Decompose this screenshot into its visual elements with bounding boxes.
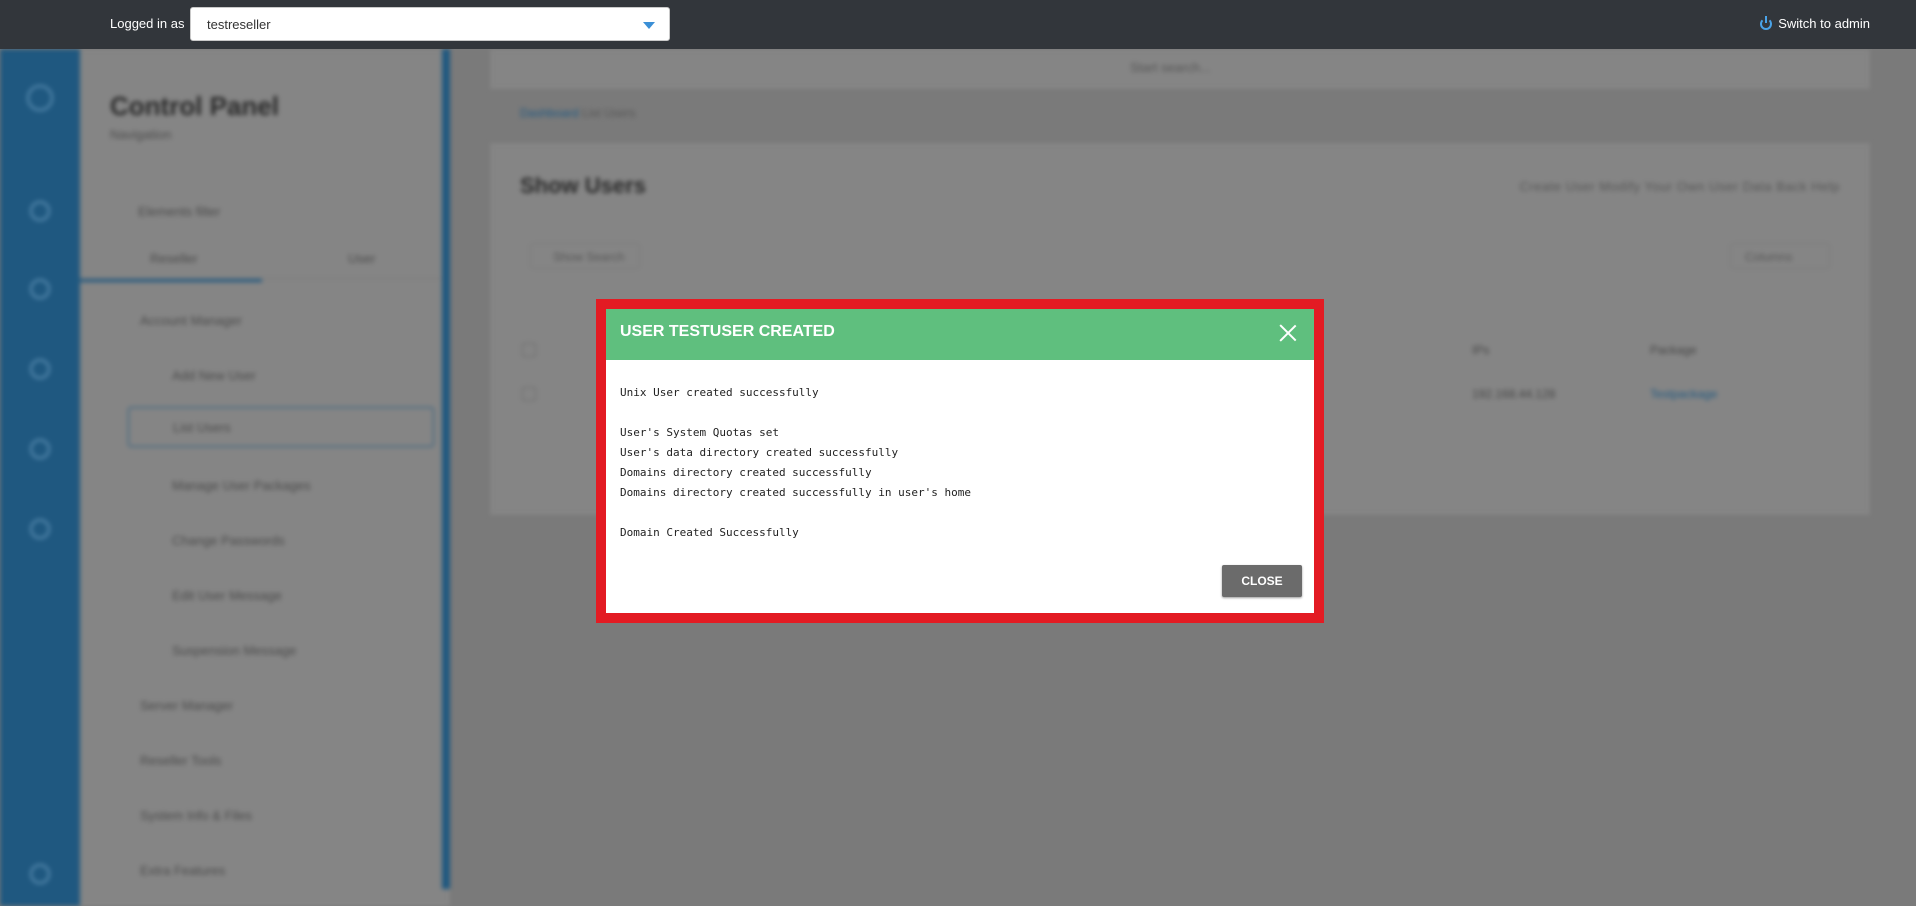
rail-icon[interactable] [30, 439, 50, 459]
close-icon[interactable] [1276, 321, 1300, 345]
page-title: Show Users [520, 173, 646, 198]
row-ip: 192.168.44.128 [1472, 387, 1556, 401]
message-line: User's System Quotas set [620, 426, 779, 439]
dialog-title: USER TESTUSER CREATED [620, 323, 835, 340]
user-select[interactable]: testreseller [190, 7, 670, 41]
message-line: Domains directory created successfully i… [620, 486, 971, 499]
sidebar-item-add-new-user[interactable]: Add New User [140, 368, 256, 383]
tab-reseller[interactable]: Reseller [80, 251, 262, 282]
rail-icon[interactable] [30, 201, 50, 221]
sidebar-scrollbar[interactable] [442, 49, 450, 889]
column-ips[interactable]: IPs [1472, 343, 1489, 357]
power-icon [1760, 15, 1773, 30]
switch-to-admin-label: Switch to admin [1778, 16, 1870, 31]
user-select-value: testreseller [207, 17, 271, 32]
breadcrumb-current: List Users [582, 106, 636, 120]
sidebar-section-server-manager[interactable]: Server Manager [110, 698, 233, 713]
rail-icon[interactable] [30, 519, 50, 539]
sidebar-item-edit-user-message[interactable]: Edit User Message [140, 588, 282, 603]
sidebar-item-list-users[interactable]: List Users [128, 407, 434, 447]
icon-rail [0, 49, 80, 906]
sidebar-tabs: Reseller User [80, 237, 442, 282]
switch-to-admin-link[interactable]: Switch to admin [1760, 15, 1870, 31]
global-search-placeholder: Start search... [1130, 60, 1211, 75]
breadcrumb-root[interactable]: Dashboard [520, 106, 579, 120]
row-checkbox[interactable] [522, 387, 536, 401]
column-package[interactable]: Package [1650, 343, 1697, 357]
tab-user[interactable]: User [348, 251, 375, 266]
sidebar-section-account-manager[interactable]: Account Manager [110, 313, 242, 328]
breadcrumb: Dashboard List Users [520, 106, 635, 120]
dialog-message: Unix User created successfully User's Sy… [620, 383, 1300, 543]
logged-in-label: Logged in as [110, 16, 185, 31]
sidebar-section-system-info[interactable]: System Info & Files [110, 808, 252, 823]
chevron-down-icon [643, 22, 655, 29]
message-line: User's data directory created successful… [620, 446, 899, 459]
sidebar-subtitle[interactable]: Navigation [110, 127, 171, 142]
sidebar-item-change-passwords[interactable]: Change Passwords [140, 533, 285, 548]
rail-icon[interactable] [30, 359, 50, 379]
sidebar-item-manage-user-packages[interactable]: Manage User Packages [140, 478, 311, 493]
select-all-checkbox[interactable] [522, 343, 536, 357]
side-navigation: Control Panel Navigation Elements filter… [80, 49, 450, 906]
panel-actions[interactable]: Create User Modify Your Own User Data Ba… [1520, 179, 1840, 194]
message-line [620, 403, 1300, 423]
rail-icon[interactable] [30, 864, 50, 884]
rail-icon[interactable] [30, 279, 50, 299]
user-created-dialog: USER TESTUSER CREATED Unix User created … [596, 299, 1324, 623]
sidebar-title: Control Panel [110, 91, 280, 121]
global-search[interactable]: Start search... [490, 49, 1870, 89]
logo-icon [27, 85, 53, 111]
row-package-link[interactable]: Testpackage [1650, 387, 1717, 401]
elements-filter-input[interactable]: Elements filter [110, 204, 220, 219]
sidebar-item-suspension-message[interactable]: Suspension Message [140, 643, 296, 658]
sidebar-section-extra-features[interactable]: Extra Features [110, 863, 225, 878]
close-button[interactable]: CLOSE [1222, 565, 1302, 597]
sidebar-section-reseller-tools[interactable]: Reseller Tools [110, 753, 221, 768]
message-line: Unix User created successfully [620, 386, 819, 399]
message-line: Domain Created Successfully [620, 526, 799, 539]
message-line [620, 503, 1300, 523]
show-search-button[interactable]: Show Search [530, 243, 640, 269]
columns-button[interactable]: Columns [1730, 243, 1830, 269]
top-bar: Logged in as testreseller Switch to admi… [0, 0, 1916, 49]
message-line: Domains directory created successfully [620, 466, 872, 479]
dialog-header: USER TESTUSER CREATED [606, 309, 1314, 360]
